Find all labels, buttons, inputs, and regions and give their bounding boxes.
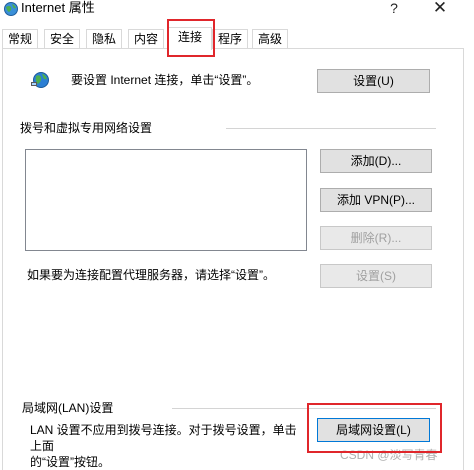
add-button[interactable]: 添加(D)... bbox=[320, 149, 432, 173]
internet-options-icon bbox=[4, 2, 18, 16]
lan-group-label: 局域网(LAN)设置 bbox=[22, 401, 114, 415]
lan-group-divider bbox=[172, 408, 436, 409]
tab-general[interactable]: 常规 bbox=[2, 29, 38, 49]
watermark: CSDN @淡写青春 bbox=[340, 448, 438, 462]
lan-description-line2: 的“设置”按钮。 bbox=[30, 455, 110, 469]
tab-security[interactable]: 安全 bbox=[44, 29, 80, 49]
setup-button[interactable]: 设置(U) bbox=[317, 69, 430, 93]
tab-advanced[interactable]: 高级 bbox=[252, 29, 288, 49]
tab-privacy[interactable]: 隐私 bbox=[86, 29, 122, 49]
lan-description-line1: LAN 设置不应用到拨号连接。对于拨号设置，单击上面 bbox=[30, 423, 297, 453]
window-title: Internet 属性 bbox=[21, 0, 95, 15]
globe-network-icon bbox=[31, 72, 49, 88]
add-vpn-button[interactable]: 添加 VPN(P)... bbox=[320, 188, 432, 212]
lan-settings-button[interactable]: 局域网设置(L) bbox=[317, 418, 430, 442]
tab-programs[interactable]: 程序 bbox=[212, 29, 248, 49]
dialup-group-label: 拨号和虚拟专用网络设置 bbox=[20, 121, 153, 135]
tab-content[interactable]: 内容 bbox=[128, 29, 164, 49]
tab-strip: 常规 安全 隐私 内容 连接 程序 高级 bbox=[0, 27, 474, 50]
close-button[interactable]: ✕ bbox=[430, 0, 450, 17]
proxy-instruction: 如果要为连接配置代理服务器，请选择“设置”。 bbox=[27, 268, 275, 282]
connection-list[interactable] bbox=[25, 149, 307, 251]
dialup-group-divider bbox=[226, 128, 436, 129]
setup-instruction: 要设置 Internet 连接，单击“设置”。 bbox=[71, 73, 259, 87]
lan-description: LAN 设置不应用到拨号连接。对于拨号设置，单击上面 的“设置”按钮。 bbox=[30, 422, 305, 470]
help-button[interactable]: ? bbox=[384, 0, 404, 16]
delete-button[interactable]: 删除(R)... bbox=[320, 226, 432, 250]
settings-button[interactable]: 设置(S) bbox=[320, 264, 432, 288]
tab-connections[interactable]: 连接 bbox=[168, 27, 212, 50]
title-bar: Internet 属性 ? ✕ bbox=[0, 0, 474, 22]
